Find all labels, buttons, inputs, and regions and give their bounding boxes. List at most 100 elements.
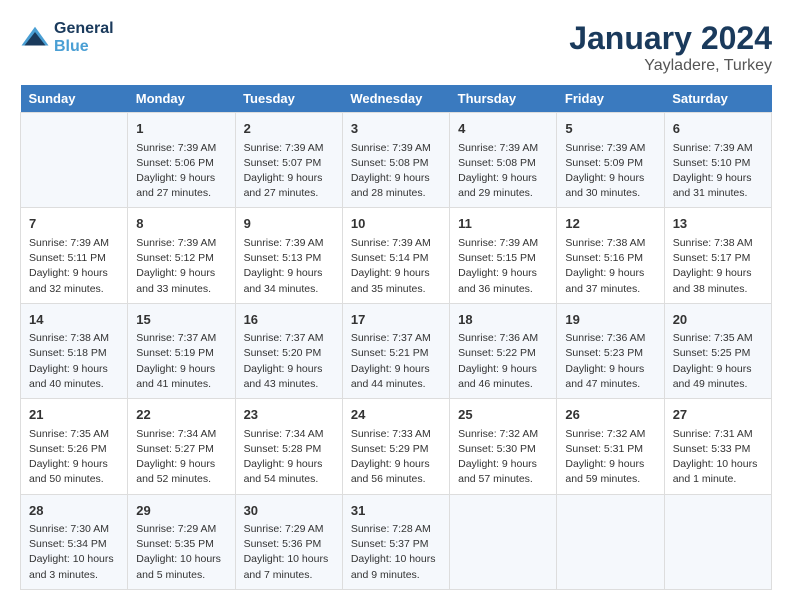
day-cell: 26Sunrise: 7:32 AMSunset: 5:31 PMDayligh… xyxy=(557,399,664,494)
week-row-5: 28Sunrise: 7:30 AMSunset: 5:34 PMDayligh… xyxy=(21,494,772,589)
day-info: Sunrise: 7:30 AMSunset: 5:34 PMDaylight:… xyxy=(29,522,119,583)
day-number: 28 xyxy=(29,501,119,521)
day-info: Sunrise: 7:37 AMSunset: 5:20 PMDaylight:… xyxy=(244,331,334,392)
day-cell: 31Sunrise: 7:28 AMSunset: 5:37 PMDayligh… xyxy=(342,494,449,589)
day-cell: 1Sunrise: 7:39 AMSunset: 5:06 PMDaylight… xyxy=(128,113,235,208)
day-info: Sunrise: 7:35 AMSunset: 5:25 PMDaylight:… xyxy=(673,331,763,392)
week-row-2: 7Sunrise: 7:39 AMSunset: 5:11 PMDaylight… xyxy=(21,208,772,303)
day-cell: 21Sunrise: 7:35 AMSunset: 5:26 PMDayligh… xyxy=(21,399,128,494)
day-info: Sunrise: 7:36 AMSunset: 5:22 PMDaylight:… xyxy=(458,331,548,392)
day-cell: 25Sunrise: 7:32 AMSunset: 5:30 PMDayligh… xyxy=(450,399,557,494)
day-cell xyxy=(21,113,128,208)
month-title: January 2024 xyxy=(569,20,772,57)
day-cell: 19Sunrise: 7:36 AMSunset: 5:23 PMDayligh… xyxy=(557,303,664,398)
day-cell: 29Sunrise: 7:29 AMSunset: 5:35 PMDayligh… xyxy=(128,494,235,589)
day-number: 15 xyxy=(136,310,226,330)
day-cell: 9Sunrise: 7:39 AMSunset: 5:13 PMDaylight… xyxy=(235,208,342,303)
day-cell xyxy=(557,494,664,589)
day-info: Sunrise: 7:39 AMSunset: 5:12 PMDaylight:… xyxy=(136,236,226,297)
day-number: 27 xyxy=(673,405,763,425)
day-number: 19 xyxy=(565,310,655,330)
day-info: Sunrise: 7:28 AMSunset: 5:37 PMDaylight:… xyxy=(351,522,441,583)
day-number: 10 xyxy=(351,214,441,234)
day-number: 2 xyxy=(244,119,334,139)
day-number: 24 xyxy=(351,405,441,425)
day-number: 5 xyxy=(565,119,655,139)
day-number: 11 xyxy=(458,214,548,234)
day-cell: 24Sunrise: 7:33 AMSunset: 5:29 PMDayligh… xyxy=(342,399,449,494)
day-info: Sunrise: 7:29 AMSunset: 5:36 PMDaylight:… xyxy=(244,522,334,583)
header-tuesday: Tuesday xyxy=(235,85,342,113)
day-cell: 18Sunrise: 7:36 AMSunset: 5:22 PMDayligh… xyxy=(450,303,557,398)
day-cell: 22Sunrise: 7:34 AMSunset: 5:27 PMDayligh… xyxy=(128,399,235,494)
day-cell: 3Sunrise: 7:39 AMSunset: 5:08 PMDaylight… xyxy=(342,113,449,208)
day-number: 17 xyxy=(351,310,441,330)
header-saturday: Saturday xyxy=(664,85,771,113)
title-block: January 2024 Yayladere, Turkey xyxy=(569,20,772,75)
page-header: General Blue January 2024 Yayladere, Tur… xyxy=(20,20,772,75)
day-number: 8 xyxy=(136,214,226,234)
logo: General Blue xyxy=(20,20,114,56)
day-number: 21 xyxy=(29,405,119,425)
day-info: Sunrise: 7:38 AMSunset: 5:17 PMDaylight:… xyxy=(673,236,763,297)
day-cell: 17Sunrise: 7:37 AMSunset: 5:21 PMDayligh… xyxy=(342,303,449,398)
day-cell: 13Sunrise: 7:38 AMSunset: 5:17 PMDayligh… xyxy=(664,208,771,303)
week-row-1: 1Sunrise: 7:39 AMSunset: 5:06 PMDaylight… xyxy=(21,113,772,208)
day-number: 20 xyxy=(673,310,763,330)
day-info: Sunrise: 7:38 AMSunset: 5:16 PMDaylight:… xyxy=(565,236,655,297)
logo-icon xyxy=(20,23,50,53)
day-number: 7 xyxy=(29,214,119,234)
day-number: 31 xyxy=(351,501,441,521)
day-info: Sunrise: 7:36 AMSunset: 5:23 PMDaylight:… xyxy=(565,331,655,392)
day-number: 13 xyxy=(673,214,763,234)
day-cell: 6Sunrise: 7:39 AMSunset: 5:10 PMDaylight… xyxy=(664,113,771,208)
calendar-table: SundayMondayTuesdayWednesdayThursdayFrid… xyxy=(20,85,772,590)
day-number: 26 xyxy=(565,405,655,425)
calendar-header-row: SundayMondayTuesdayWednesdayThursdayFrid… xyxy=(21,85,772,113)
day-info: Sunrise: 7:31 AMSunset: 5:33 PMDaylight:… xyxy=(673,427,763,488)
day-number: 16 xyxy=(244,310,334,330)
day-info: Sunrise: 7:37 AMSunset: 5:21 PMDaylight:… xyxy=(351,331,441,392)
header-wednesday: Wednesday xyxy=(342,85,449,113)
day-info: Sunrise: 7:39 AMSunset: 5:10 PMDaylight:… xyxy=(673,141,763,202)
day-number: 4 xyxy=(458,119,548,139)
day-info: Sunrise: 7:38 AMSunset: 5:18 PMDaylight:… xyxy=(29,331,119,392)
day-cell: 5Sunrise: 7:39 AMSunset: 5:09 PMDaylight… xyxy=(557,113,664,208)
day-cell: 15Sunrise: 7:37 AMSunset: 5:19 PMDayligh… xyxy=(128,303,235,398)
day-number: 29 xyxy=(136,501,226,521)
day-number: 14 xyxy=(29,310,119,330)
day-cell: 2Sunrise: 7:39 AMSunset: 5:07 PMDaylight… xyxy=(235,113,342,208)
day-number: 9 xyxy=(244,214,334,234)
day-info: Sunrise: 7:39 AMSunset: 5:15 PMDaylight:… xyxy=(458,236,548,297)
day-info: Sunrise: 7:34 AMSunset: 5:27 PMDaylight:… xyxy=(136,427,226,488)
day-number: 1 xyxy=(136,119,226,139)
day-number: 25 xyxy=(458,405,548,425)
day-info: Sunrise: 7:39 AMSunset: 5:13 PMDaylight:… xyxy=(244,236,334,297)
day-info: Sunrise: 7:39 AMSunset: 5:14 PMDaylight:… xyxy=(351,236,441,297)
location-title: Yayladere, Turkey xyxy=(569,57,772,75)
day-cell: 27Sunrise: 7:31 AMSunset: 5:33 PMDayligh… xyxy=(664,399,771,494)
day-info: Sunrise: 7:32 AMSunset: 5:31 PMDaylight:… xyxy=(565,427,655,488)
day-info: Sunrise: 7:39 AMSunset: 5:07 PMDaylight:… xyxy=(244,141,334,202)
day-cell: 10Sunrise: 7:39 AMSunset: 5:14 PMDayligh… xyxy=(342,208,449,303)
day-info: Sunrise: 7:39 AMSunset: 5:08 PMDaylight:… xyxy=(458,141,548,202)
day-info: Sunrise: 7:33 AMSunset: 5:29 PMDaylight:… xyxy=(351,427,441,488)
day-cell: 8Sunrise: 7:39 AMSunset: 5:12 PMDaylight… xyxy=(128,208,235,303)
day-cell: 20Sunrise: 7:35 AMSunset: 5:25 PMDayligh… xyxy=(664,303,771,398)
day-number: 30 xyxy=(244,501,334,521)
day-info: Sunrise: 7:37 AMSunset: 5:19 PMDaylight:… xyxy=(136,331,226,392)
day-info: Sunrise: 7:39 AMSunset: 5:08 PMDaylight:… xyxy=(351,141,441,202)
header-thursday: Thursday xyxy=(450,85,557,113)
day-cell: 16Sunrise: 7:37 AMSunset: 5:20 PMDayligh… xyxy=(235,303,342,398)
day-number: 3 xyxy=(351,119,441,139)
day-number: 18 xyxy=(458,310,548,330)
day-cell: 30Sunrise: 7:29 AMSunset: 5:36 PMDayligh… xyxy=(235,494,342,589)
day-cell: 4Sunrise: 7:39 AMSunset: 5:08 PMDaylight… xyxy=(450,113,557,208)
day-cell: 12Sunrise: 7:38 AMSunset: 5:16 PMDayligh… xyxy=(557,208,664,303)
week-row-4: 21Sunrise: 7:35 AMSunset: 5:26 PMDayligh… xyxy=(21,399,772,494)
day-cell: 11Sunrise: 7:39 AMSunset: 5:15 PMDayligh… xyxy=(450,208,557,303)
day-cell: 14Sunrise: 7:38 AMSunset: 5:18 PMDayligh… xyxy=(21,303,128,398)
day-info: Sunrise: 7:39 AMSunset: 5:09 PMDaylight:… xyxy=(565,141,655,202)
day-cell: 7Sunrise: 7:39 AMSunset: 5:11 PMDaylight… xyxy=(21,208,128,303)
day-info: Sunrise: 7:39 AMSunset: 5:06 PMDaylight:… xyxy=(136,141,226,202)
